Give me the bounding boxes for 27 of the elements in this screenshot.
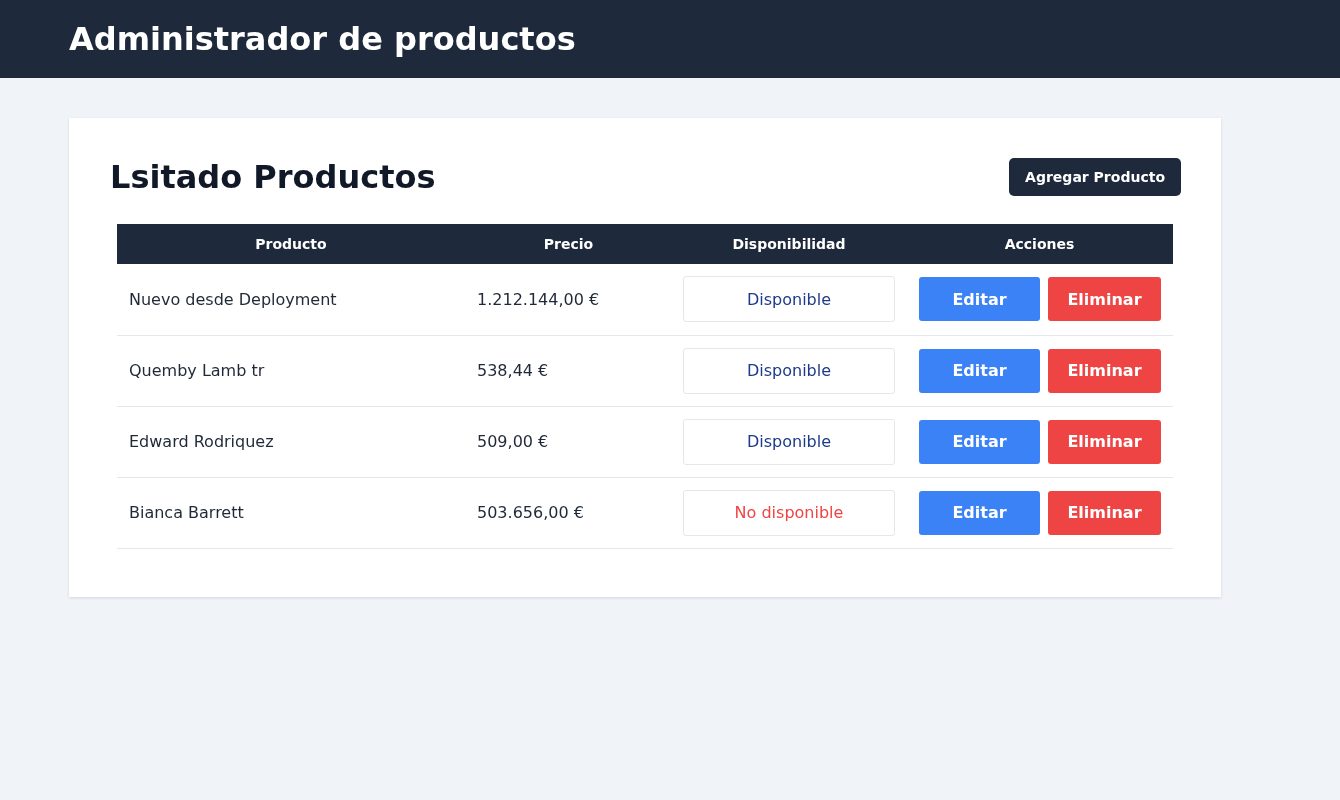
delete-button[interactable]: Eliminar: [1048, 490, 1161, 535]
product-name-cell: Edward Rodriquez: [117, 406, 465, 477]
price-cell: 509,00 €: [465, 406, 672, 477]
list-title: Lsitado Productos: [110, 158, 436, 196]
column-header: Producto: [117, 224, 465, 264]
edit-button[interactable]: Editar: [919, 348, 1040, 393]
price-cell: 538,44 €: [465, 335, 672, 406]
price-cell: 1.212.144,00 €: [465, 264, 672, 335]
availability-button[interactable]: Disponible: [683, 418, 895, 465]
product-name-cell: Nuevo desde Deployment: [117, 264, 465, 335]
edit-button[interactable]: Editar: [919, 277, 1040, 322]
product-name-cell: Quemby Lamb tr: [117, 335, 465, 406]
edit-button[interactable]: Editar: [919, 419, 1040, 464]
column-header: Acciones: [906, 224, 1173, 264]
product-name-cell: Bianca Barrett: [117, 477, 465, 548]
delete-button[interactable]: Eliminar: [1048, 419, 1161, 464]
availability-button[interactable]: No disponible: [683, 489, 895, 536]
availability-button[interactable]: Disponible: [683, 347, 895, 394]
delete-button[interactable]: Eliminar: [1048, 277, 1161, 322]
availability-button[interactable]: Disponible: [683, 276, 895, 323]
column-header: Precio: [465, 224, 672, 264]
price-cell: 503.656,00 €: [465, 477, 672, 548]
column-header: Disponibilidad: [672, 224, 906, 264]
app-title: Administrador de productos: [69, 20, 576, 58]
delete-button[interactable]: Eliminar: [1048, 348, 1161, 393]
edit-button[interactable]: Editar: [919, 490, 1040, 535]
add-product-button[interactable]: Agregar Producto: [1009, 158, 1181, 196]
